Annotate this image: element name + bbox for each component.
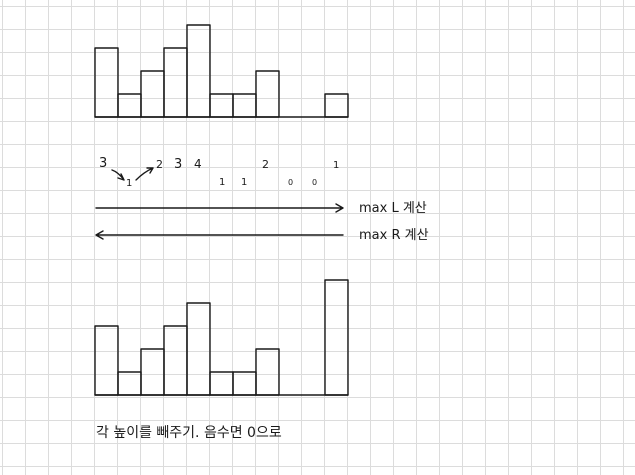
height-label: 0 [288, 178, 293, 187]
histogram-bar [117, 93, 142, 118]
height-label: 1 [241, 177, 247, 188]
label-arrow [135, 167, 154, 181]
histogram-bar [209, 371, 234, 396]
histogram-bar [163, 325, 188, 396]
height-label: 1 [333, 160, 339, 171]
histogram-bar [255, 348, 280, 396]
histogram-bar [163, 47, 188, 118]
caption: 각 높이를 빼주기. 음수면 0으로 [96, 425, 282, 441]
max-l-label: max L 계산 [359, 201, 427, 216]
height-label: 1 [219, 177, 225, 188]
max-r-label: max R 계산 [359, 228, 429, 243]
top-histogram [94, 24, 349, 118]
histogram-bar [94, 47, 119, 118]
histogram-bar [255, 70, 280, 118]
max-l-arrow [95, 203, 344, 213]
histogram-bar [232, 93, 257, 118]
histogram-bar [232, 371, 257, 396]
height-label: 3 [99, 156, 107, 171]
height-labels: 3 1 2 3 4 1 1 2 0 0 1 [99, 156, 339, 189]
height-label: 0 [312, 178, 317, 187]
label-arrow [111, 169, 125, 181]
histogram-bar [117, 371, 142, 396]
histogram-bar [186, 302, 211, 396]
height-label: 3 [174, 157, 182, 172]
histogram-bar [186, 24, 211, 118]
max-r-arrow [95, 230, 344, 240]
height-label: 1 [126, 178, 132, 189]
height-label: 2 [262, 158, 269, 171]
histogram-bar [140, 348, 165, 396]
bottom-histogram [94, 279, 349, 396]
histogram-bar [140, 70, 165, 118]
histogram-bar [324, 279, 349, 396]
histogram-bar [324, 93, 349, 118]
height-label: 4 [194, 157, 202, 171]
histogram-bar [94, 325, 119, 396]
height-label: 2 [156, 158, 163, 171]
histogram-bar [209, 93, 234, 118]
sketch-canvas: 3 1 2 3 4 1 1 2 0 0 1 max L 계산 max R 계산 … [94, 24, 429, 441]
